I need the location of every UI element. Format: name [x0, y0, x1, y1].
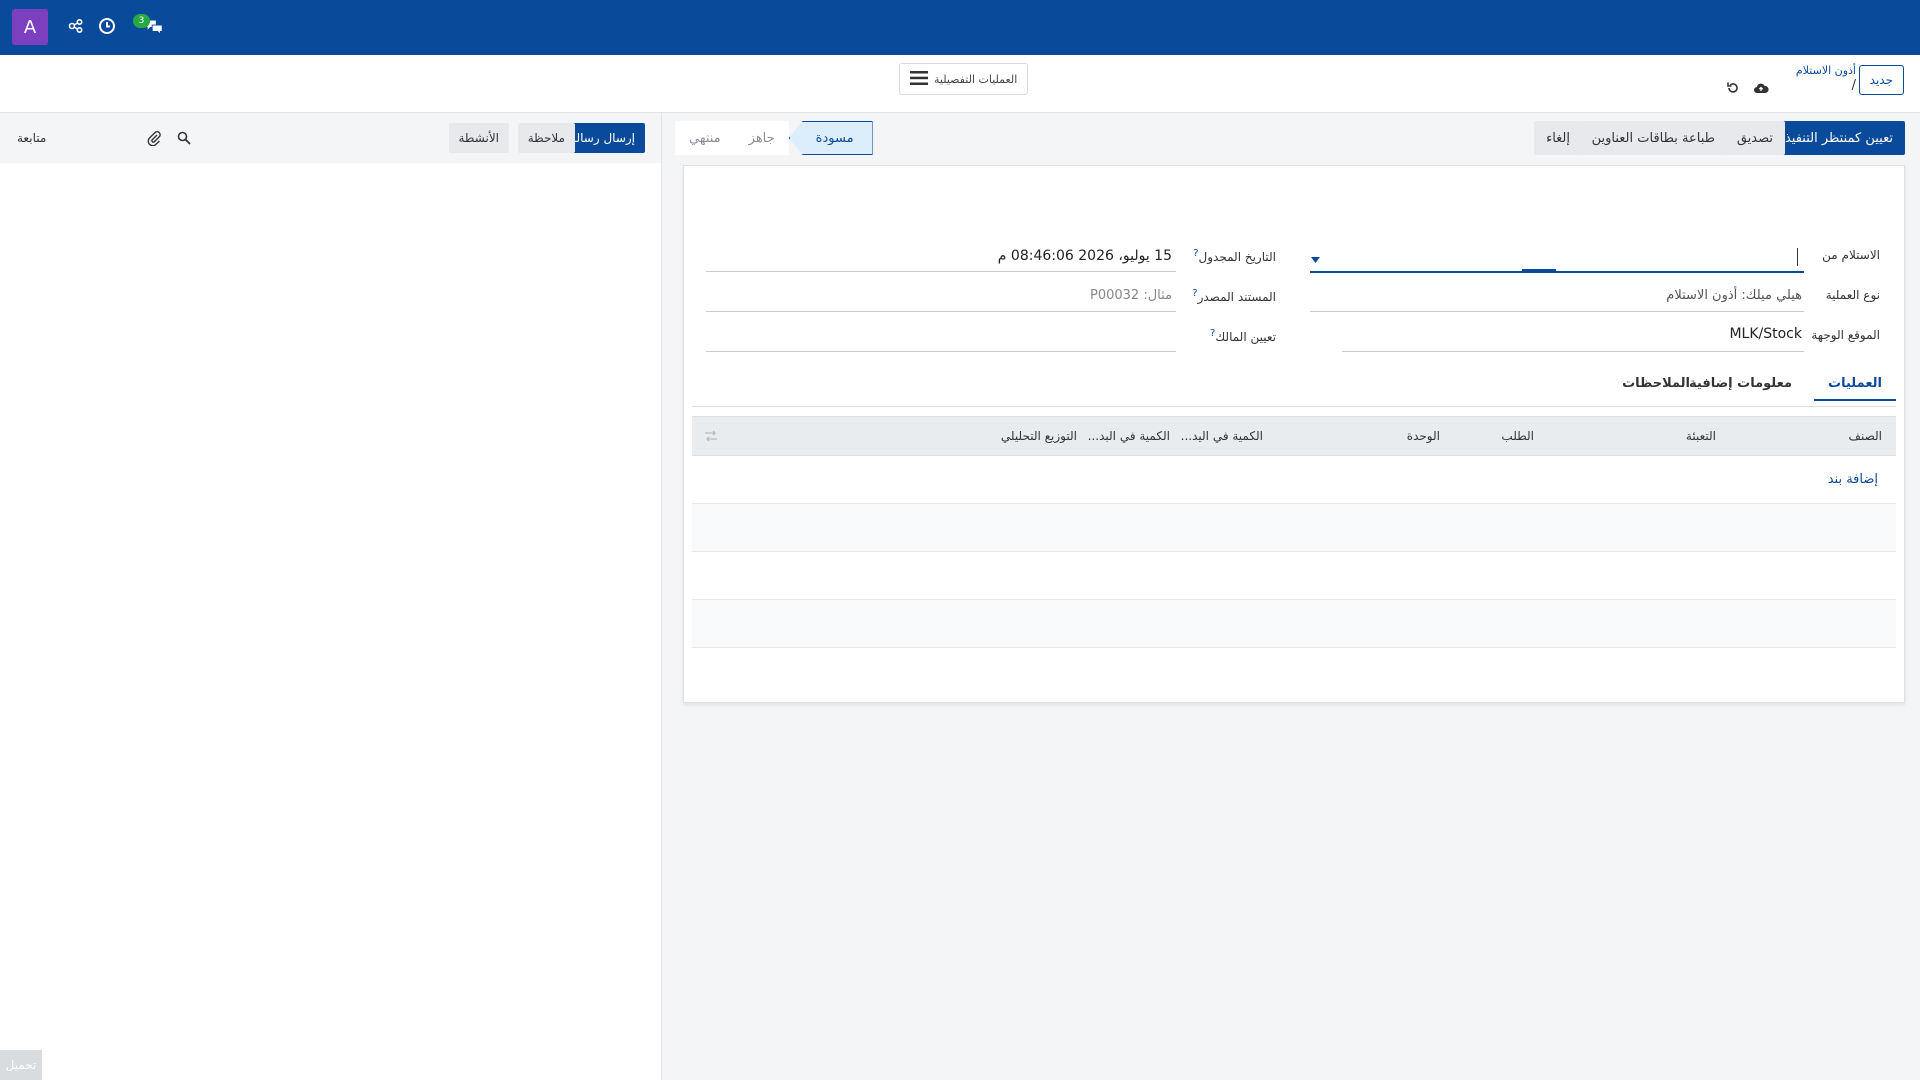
breadcrumb: أذون الاستلام / — [1796, 64, 1856, 93]
gear-button-label: العمليات التفصيلية — [934, 72, 1018, 86]
operation-type-value[interactable]: هيلي ميلك: أذون الاستلام — [1666, 288, 1802, 303]
receive-from-input[interactable] — [1310, 271, 1804, 273]
source-doc-label: المستند المصدر? — [1192, 288, 1276, 304]
tab-operations[interactable]: العمليات — [1814, 376, 1896, 401]
activities-button[interactable]: الأنشطة — [448, 123, 509, 153]
scheduled-date-label: التاريخ المجدول? — [1193, 248, 1276, 264]
input-progress — [1522, 269, 1556, 272]
col-packaging[interactable]: التعبئة — [1686, 429, 1716, 443]
validate-button[interactable]: تصديق — [1724, 121, 1785, 155]
text-cursor — [1797, 248, 1798, 266]
table-row — [692, 504, 1896, 552]
col-qty-done[interactable]: الكمية في البد... — [1088, 429, 1170, 443]
cloud-save-icon[interactable] — [1752, 79, 1770, 97]
tab-notes[interactable]: الملاحظات — [1608, 376, 1704, 399]
table-row — [692, 552, 1896, 600]
caret-down-icon[interactable] — [1311, 252, 1320, 267]
receive-from-label: الاستلام من — [1822, 248, 1880, 262]
discard-icon[interactable] — [1724, 79, 1742, 97]
dest-location-label: الموقع الوجهة — [1811, 328, 1880, 342]
assign-owner-field[interactable] — [706, 351, 1176, 352]
source-doc-field — [706, 311, 1176, 312]
table-row — [692, 600, 1896, 648]
detailed-operations-button[interactable]: العمليات التفصيلية — [899, 63, 1029, 95]
messages-badge: 3 — [133, 14, 150, 28]
col-qty-on-hand[interactable]: الكمية في اليد... — [1181, 429, 1263, 443]
network-icon[interactable] — [66, 16, 86, 36]
follow-button[interactable]: متابعة — [17, 131, 46, 145]
col-analytic[interactable]: التوزيع التحليلي — [1001, 429, 1077, 443]
table-header: الصنف التعبئة الطلب الوحدة الكمية في الي… — [692, 416, 1896, 456]
form-tabs: العمليات معلومات إضافية الملاحظات — [684, 376, 1904, 406]
add-line-row: إضافة بند — [692, 456, 1896, 504]
operation-type-label: نوع العملية — [1825, 288, 1880, 302]
top-navbar: A 3 — [0, 0, 1920, 55]
form-sheet: الاستلام من نوع العملية هيلي ميلك: أذون … — [683, 165, 1905, 703]
col-demand[interactable]: الطلب — [1501, 429, 1534, 443]
source-doc-input[interactable]: مثال: P00032 — [1090, 288, 1172, 303]
chatter-panel: إرسال رسالة ملاحظة الأنشطة متابعة تحميل — [0, 113, 662, 1080]
paperclip-icon[interactable] — [146, 130, 162, 146]
user-avatar[interactable]: A — [12, 9, 48, 45]
set-ready-button[interactable]: تعيين كمنتظر التنفيذ — [1772, 121, 1905, 155]
operations-table: الصنف التعبئة الطلب الوحدة الكمية في الي… — [692, 416, 1896, 648]
log-note-button[interactable]: ملاحظة — [517, 123, 575, 153]
form-view: تعيين كمنتظر التنفيذ تصديق طباعة بطاقات … — [662, 113, 1920, 1080]
scheduled-date-value[interactable]: 15 يوليو، 2026 08:46:06 م — [998, 248, 1172, 264]
status-bar: منتهي جاهز مسودة — [675, 121, 873, 155]
search-icon[interactable] — [176, 130, 192, 146]
add-line-link[interactable]: إضافة بند — [1828, 472, 1878, 487]
dest-location-value[interactable]: MLK/Stock — [1729, 326, 1802, 342]
tabs-divider — [692, 406, 1896, 407]
status-draft[interactable]: مسودة — [788, 121, 873, 155]
col-product[interactable]: الصنف — [1849, 429, 1882, 443]
action-bar: تعيين كمنتظر التنفيذ تصديق طباعة بطاقات … — [675, 121, 1905, 157]
operation-type-field — [1310, 311, 1804, 312]
status-ready[interactable]: جاهز — [734, 121, 789, 155]
scheduled-date-field — [706, 271, 1176, 272]
breadcrumb-parent[interactable]: أذون الاستلام — [1796, 64, 1856, 77]
cancel-button[interactable]: إلغاء — [1534, 121, 1582, 155]
assign-owner-label: تعيين المالك? — [1210, 328, 1276, 344]
optional-columns-icon[interactable] — [704, 429, 718, 447]
new-button[interactable]: جديد — [1858, 65, 1904, 95]
chatter-topbar: إرسال رسالة ملاحظة الأنشطة متابعة — [0, 113, 661, 163]
col-uom[interactable]: الوحدة — [1407, 429, 1440, 443]
dest-location-field — [1342, 351, 1804, 352]
loading-indicator: تحميل — [0, 1050, 42, 1080]
control-panel: جديد أذون الاستلام / العمليات التفصيلية — [0, 55, 1920, 113]
print-labels-button[interactable]: طباعة بطاقات العناوين — [1579, 121, 1727, 155]
hamburger-icon — [910, 70, 928, 88]
status-done[interactable]: منتهي — [675, 121, 735, 155]
clock-icon[interactable] — [97, 16, 117, 36]
breadcrumb-current: / — [1851, 78, 1856, 93]
